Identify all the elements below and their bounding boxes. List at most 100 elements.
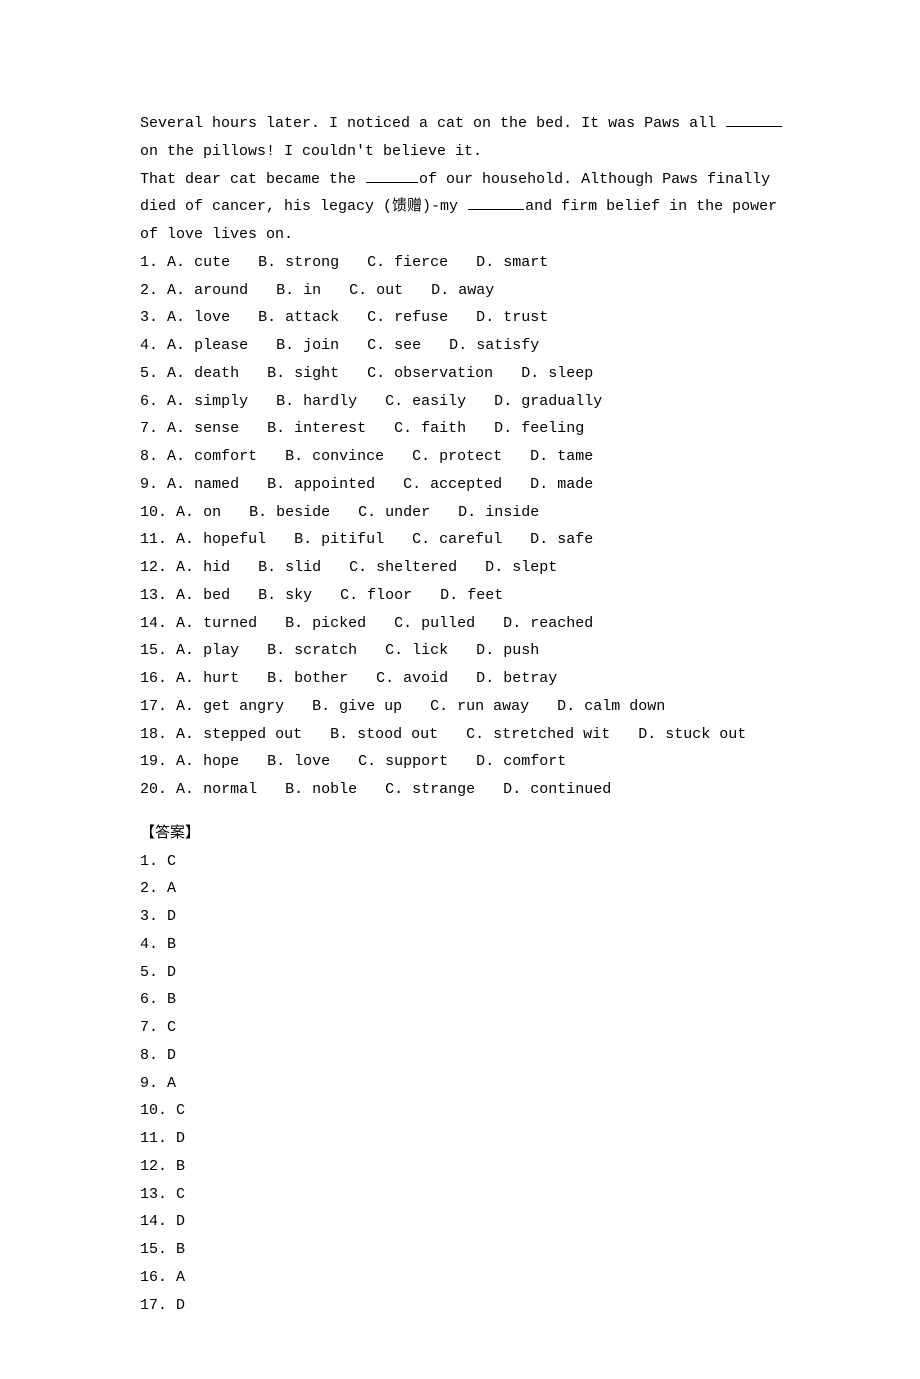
question-option: D. slept: [485, 554, 557, 582]
option-letter: C: [412, 531, 421, 548]
question-option: B. pitiful: [294, 526, 384, 554]
question-option: A. get angry: [176, 693, 284, 721]
option-letter: D: [440, 587, 449, 604]
option-text: love: [194, 309, 230, 326]
option-letter: B: [276, 393, 285, 410]
passage-text: Several hours later. I noticed a cat on …: [140, 115, 725, 132]
question-number: 16: [140, 670, 158, 687]
option-text: avoid: [403, 670, 448, 687]
question-option: D. sleep: [521, 360, 593, 388]
question-number: 7: [140, 420, 149, 437]
answer-value: C: [167, 1019, 176, 1036]
option-letter: A: [176, 559, 185, 576]
option-letter: B: [258, 587, 267, 604]
option-letter: C: [403, 476, 412, 493]
option-letter: B: [267, 365, 276, 382]
question-option: C. careful: [412, 526, 502, 554]
question-option: B. hardly: [276, 388, 357, 416]
answers-header: 【答案】: [140, 820, 790, 848]
question-option: A. hopeful: [176, 526, 266, 554]
option-text: stepped out: [203, 726, 302, 743]
option-text: scratch: [294, 642, 357, 659]
option-letter: A: [176, 615, 185, 632]
answer-row: 17. D: [140, 1292, 790, 1320]
question-number: 12: [140, 559, 158, 576]
option-text: floor: [367, 587, 412, 604]
option-text: stood out: [357, 726, 438, 743]
question-row: 7. A. senseB. interestC. faithD. feeling: [140, 415, 790, 443]
question-number: 9: [140, 476, 149, 493]
option-text: please: [194, 337, 248, 354]
question-option: A. named: [167, 471, 239, 499]
option-letter: D: [476, 670, 485, 687]
option-letter: A: [167, 393, 176, 410]
answer-number: 4: [140, 936, 149, 953]
option-text: run away: [457, 698, 529, 715]
question-option: D. feet: [440, 582, 503, 610]
option-letter: D: [530, 476, 539, 493]
option-text: give up: [339, 698, 402, 715]
answer-number: 10: [140, 1102, 158, 1119]
question-option: B. stood out: [330, 721, 438, 749]
question-option: B. love: [267, 748, 330, 776]
option-text: sense: [194, 420, 239, 437]
question-row: 6. A. simplyB. hardlyC. easilyD. gradual…: [140, 388, 790, 416]
option-letter: A: [167, 337, 176, 354]
option-text: picked: [312, 615, 366, 632]
option-letter: C: [466, 726, 475, 743]
option-letter: B: [285, 448, 294, 465]
option-letter: B: [258, 559, 267, 576]
question-row: 10. A. onB. besideC. underD. inside: [140, 499, 790, 527]
question-option: C. sheltered: [349, 554, 457, 582]
option-letter: C: [367, 309, 376, 326]
option-text: appointed: [294, 476, 375, 493]
answer-number: 14: [140, 1213, 158, 1230]
option-letter: C: [367, 337, 376, 354]
question-option: D. feeling: [494, 415, 584, 443]
option-letter: C: [367, 254, 376, 271]
question-option: A. turned: [176, 610, 257, 638]
option-text: see: [394, 337, 421, 354]
option-letter: B: [267, 642, 276, 659]
question-option: C. easily: [385, 388, 466, 416]
question-row: 2. A. aroundB. inC. outD. away: [140, 277, 790, 305]
option-text: easily: [412, 393, 466, 410]
option-text: trust: [503, 309, 548, 326]
question-option: C. accepted: [403, 471, 502, 499]
passage-text: That dear cat became the: [140, 171, 365, 188]
option-text: play: [203, 642, 239, 659]
question-option: C. observation: [367, 360, 493, 388]
answer-value: A: [167, 880, 176, 897]
question-option: B. attack: [258, 304, 339, 332]
question-option: B. interest: [267, 415, 366, 443]
questions-block: 1. A. cuteB. strongC. fierceD. smart2. A…: [140, 249, 790, 804]
question-option: A. sense: [167, 415, 239, 443]
question-option: C. out: [349, 277, 403, 305]
option-letter: D: [521, 365, 530, 382]
question-option: C. faith: [394, 415, 466, 443]
question-option: D. trust: [476, 304, 548, 332]
option-text: observation: [394, 365, 493, 382]
answer-number: 3: [140, 908, 149, 925]
question-option: D. satisfy: [449, 332, 539, 360]
question-option: A. around: [167, 277, 248, 305]
question-option: B. noble: [285, 776, 357, 804]
question-option: C. see: [367, 332, 421, 360]
option-letter: B: [258, 309, 267, 326]
question-row: 9. A. namedB. appointedC. acceptedD. mad…: [140, 471, 790, 499]
answer-number: 15: [140, 1241, 158, 1258]
option-text: feet: [467, 587, 503, 604]
question-option: D. stuck out: [638, 721, 746, 749]
document-page: Several hours later. I noticed a cat on …: [0, 0, 920, 1379]
question-option: C. lick: [385, 637, 448, 665]
option-text: faith: [421, 420, 466, 437]
question-option: D. made: [530, 471, 593, 499]
answer-number: 13: [140, 1186, 158, 1203]
answer-number: 7: [140, 1019, 149, 1036]
question-number: 11: [140, 531, 158, 548]
option-text: hurt: [203, 670, 239, 687]
question-option: B. sight: [267, 360, 339, 388]
option-letter: C: [385, 393, 394, 410]
question-number: 6: [140, 393, 149, 410]
answer-number: 16: [140, 1269, 158, 1286]
